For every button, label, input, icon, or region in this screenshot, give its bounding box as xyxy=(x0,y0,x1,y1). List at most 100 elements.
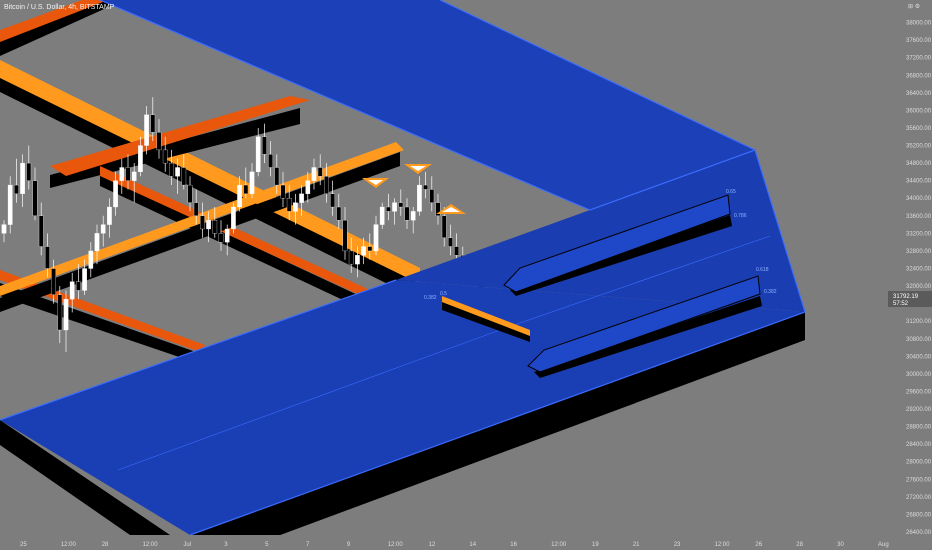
candle-body xyxy=(76,281,81,291)
candle-body xyxy=(348,250,354,265)
candle-body xyxy=(249,171,255,194)
price-tick-label: 31200.00 xyxy=(906,319,932,325)
candle-body xyxy=(138,145,143,173)
price-tick-label: 27600.00 xyxy=(906,477,932,483)
scale-settings-icon[interactable]: ⊞ ⚙ xyxy=(908,3,920,10)
candle-body xyxy=(32,180,38,216)
candle-body xyxy=(367,246,373,252)
candle-body xyxy=(392,202,397,212)
chart-plot[interactable]: 0.650.7860.6180.3820.3820.5 38000.003760… xyxy=(0,0,932,550)
candle-body xyxy=(429,189,435,203)
candle-body xyxy=(299,193,304,203)
candle-body xyxy=(20,162,25,194)
price-tick-label: 26800.00 xyxy=(906,512,932,518)
price-tick-label: 37200.00 xyxy=(906,56,932,62)
time-tick-label: 12:00 xyxy=(715,542,731,548)
candle-body xyxy=(51,268,56,296)
candle-body xyxy=(330,193,335,208)
candle-body xyxy=(237,184,242,208)
price-tick-label: 32400.00 xyxy=(906,267,932,273)
price-tick-label: 36400.00 xyxy=(906,91,932,97)
candle-body xyxy=(255,136,261,173)
time-tick-label: 30 xyxy=(837,542,844,548)
candle-body xyxy=(69,281,75,300)
candle-body xyxy=(423,184,428,190)
candle-body xyxy=(119,167,125,181)
price-tick-label: 36000.00 xyxy=(906,108,932,114)
time-tick-label: 12:00 xyxy=(551,542,567,548)
price-tag-countdown: 57:52 xyxy=(893,301,909,307)
candle-body xyxy=(181,167,187,186)
time-tick-label: 28 xyxy=(796,542,803,548)
price-tick-label: 33600.00 xyxy=(906,214,932,220)
candle-body xyxy=(317,167,323,177)
price-tag-value: 31792.19 xyxy=(893,294,919,300)
candle-body xyxy=(57,294,63,331)
candle-body xyxy=(286,198,292,212)
time-tick-label: 19 xyxy=(592,542,599,548)
candle-body xyxy=(342,220,348,252)
time-tick-label: 25 xyxy=(20,542,27,548)
fib-level-label: 0.382 xyxy=(764,289,777,295)
price-tick-label: 27200.00 xyxy=(906,495,932,501)
fib-level-label: 0.65 xyxy=(726,189,736,195)
candle-body xyxy=(243,184,249,194)
symbol-title: Bitcoin / U.S. Dollar, 4h, BITSTAMP xyxy=(4,4,115,11)
candle-body xyxy=(169,162,174,177)
candle-body xyxy=(231,206,236,230)
price-tick-label: 28800.00 xyxy=(906,425,932,431)
time-tick-label: 16 xyxy=(510,542,517,548)
candle-body xyxy=(94,233,100,252)
candle-body xyxy=(311,167,317,181)
price-tick-label: 34400.00 xyxy=(906,179,932,185)
candle-body xyxy=(373,224,379,252)
price-tick-label: 38000.00 xyxy=(906,21,932,27)
price-tick-label: 29200.00 xyxy=(906,407,932,413)
candle-body xyxy=(417,184,422,212)
candle-body xyxy=(26,162,32,181)
price-tick-label: 36800.00 xyxy=(906,73,932,79)
candle-body xyxy=(200,215,205,230)
fib-level-label: 0.786 xyxy=(734,213,747,219)
time-tick-label: 23 xyxy=(674,542,681,548)
candle-body xyxy=(100,224,106,234)
price-tick-label: 32800.00 xyxy=(906,249,932,255)
candle-body xyxy=(82,268,87,291)
candle-body xyxy=(14,184,19,194)
candle-body xyxy=(410,211,416,221)
price-tick-label: 28400.00 xyxy=(906,442,932,448)
candle-body xyxy=(398,202,404,208)
candle-body xyxy=(336,206,342,221)
time-tick-label: 12:00 xyxy=(61,542,77,548)
price-tick-label: 34800.00 xyxy=(906,161,932,167)
time-tick-label: Jul xyxy=(183,542,191,548)
fib-level-label: 0.5 xyxy=(440,291,447,297)
chart-window[interactable]: 0.65 0.786 0.618 0.382 0.382 0.5 38000.00 3760… xyxy=(0,0,932,550)
candle-body xyxy=(379,206,385,225)
candle-body xyxy=(38,215,44,247)
candle-body xyxy=(361,246,366,256)
candle-body xyxy=(113,180,118,208)
price-tick-label: 29600.00 xyxy=(906,389,932,395)
time-tick-label: 14 xyxy=(469,542,476,548)
candle-body xyxy=(187,184,193,203)
candle-body xyxy=(454,246,459,256)
candle-body xyxy=(144,114,149,146)
price-tick-label: 28000.00 xyxy=(906,460,932,466)
candle-body xyxy=(1,224,7,234)
candle-body xyxy=(206,220,211,230)
time-axis xyxy=(0,535,932,550)
time-tick-label: 12 xyxy=(429,542,436,548)
fib-level-label: 0.382 xyxy=(424,295,437,301)
candle-body xyxy=(268,154,273,168)
price-tick-label: 37600.00 xyxy=(906,38,932,44)
candle-body xyxy=(63,299,69,331)
price-tick-label: 34000.00 xyxy=(906,196,932,202)
candle-body xyxy=(125,167,131,181)
fib-level-label: 0.618 xyxy=(756,267,769,273)
candle-body xyxy=(88,250,94,269)
candle-body xyxy=(45,246,50,269)
candle-body xyxy=(175,167,180,177)
candle-body xyxy=(212,220,218,234)
time-tick-label: 12:00 xyxy=(143,542,159,548)
